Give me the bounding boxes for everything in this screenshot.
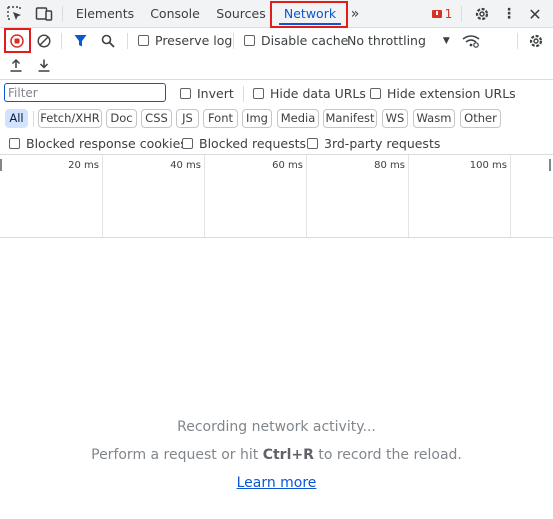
reload-hint-suffix: to record the reload.	[313, 447, 462, 463]
preserve-log-checkbox[interactable]: Preserve log	[138, 33, 232, 48]
search-icon[interactable]	[99, 32, 117, 50]
import-export-toolbar	[0, 53, 553, 80]
inspect-element-icon[interactable]	[6, 5, 24, 23]
network-settings-gear-icon[interactable]	[526, 31, 546, 51]
tab-elements[interactable]: Elements	[72, 0, 138, 27]
timeline-gridline	[510, 155, 511, 237]
blocked-response-cookies-checkbox[interactable]: Blocked response cookies	[9, 136, 187, 151]
hide-extension-urls-label: Hide extension URLs	[387, 86, 516, 101]
devtools-tab-bar: Elements Console Sources Network » 1 ⋮ ✕	[0, 0, 553, 28]
chip-separator	[33, 111, 34, 127]
hide-extension-urls-checkbox[interactable]: Hide extension URLs	[370, 86, 516, 101]
filter-separator	[243, 86, 244, 102]
network-toolbar: Preserve log Disable cache No throttling…	[0, 27, 553, 53]
throttling-value: No throttling	[347, 33, 426, 48]
type-chip-js[interactable]: JS	[176, 109, 199, 128]
disable-cache-label: Disable cache	[261, 33, 349, 48]
timeline-tick-label: 80 ms	[374, 160, 405, 171]
tab-console[interactable]: Console	[146, 0, 204, 27]
type-chip-other[interactable]: Other	[460, 109, 501, 128]
timeline-tick-label: 40 ms	[170, 160, 201, 171]
type-chip-fetch-xhr[interactable]: Fetch/XHR	[38, 109, 102, 128]
preserve-log-label: Preserve log	[155, 33, 233, 48]
type-chip-doc[interactable]: Doc	[106, 109, 137, 128]
type-chip-css[interactable]: CSS	[141, 109, 172, 128]
issues-count: 1	[444, 7, 453, 21]
type-chip-manifest[interactable]: Manifest	[323, 109, 377, 128]
shortcut-plus: +	[291, 447, 304, 463]
recording-status-text: Recording network activity...	[177, 419, 376, 435]
type-chip-wasm[interactable]: Wasm	[413, 109, 455, 128]
invert-checkbox[interactable]: Invert	[180, 86, 234, 101]
more-tabs-chevron-icon[interactable]: »	[346, 5, 364, 23]
type-chip-media[interactable]: Media	[277, 109, 319, 128]
throttling-select[interactable]: No throttling ▼	[347, 33, 450, 48]
checkbox-box[interactable]	[138, 35, 149, 46]
timeline-left-handle[interactable]	[0, 159, 2, 171]
hide-data-urls-checkbox[interactable]: Hide data URLs	[253, 86, 366, 101]
toolbar-separator	[127, 33, 128, 49]
timeline-gridline	[204, 155, 205, 237]
resource-type-filter: All Fetch/XHR Doc CSS JS Font Img Media …	[0, 107, 553, 131]
tab-separator	[62, 6, 63, 22]
reload-hint-text: Perform a request or hit Ctrl+R to recor…	[0, 447, 553, 463]
checkbox-box[interactable]	[307, 138, 318, 149]
learn-more-link[interactable]: Learn more	[237, 475, 317, 491]
checkbox-box[interactable]	[182, 138, 193, 149]
device-toolbar-icon[interactable]	[34, 5, 54, 23]
checkbox-box[interactable]	[370, 88, 381, 99]
close-devtools-icon[interactable]: ✕	[526, 4, 544, 24]
blocked-requests-checkbox[interactable]: Blocked requests	[182, 136, 306, 151]
hide-data-urls-label: Hide data URLs	[270, 86, 366, 101]
checkbox-box[interactable]	[180, 88, 191, 99]
stop-recording-icon[interactable]	[8, 32, 26, 50]
network-conditions-wifi-icon[interactable]	[460, 32, 482, 50]
blocked-response-cookies-label: Blocked response cookies	[26, 136, 187, 151]
timeline-tick-label: 60 ms	[272, 160, 303, 171]
filter-input[interactable]	[4, 83, 166, 102]
clear-log-icon[interactable]	[35, 32, 53, 50]
toolbar-separator	[233, 33, 234, 49]
network-tab-highlight-box	[270, 1, 348, 28]
blocking-filter-bar: Blocked response cookies Blocked request…	[0, 132, 553, 154]
issues-badge[interactable]: 1	[429, 6, 455, 22]
toolbar-separator	[517, 33, 518, 49]
disable-cache-checkbox[interactable]: Disable cache	[244, 33, 348, 48]
dropdown-arrow-icon: ▼	[442, 35, 450, 46]
type-chip-font[interactable]: Font	[203, 109, 238, 128]
more-options-kebab-icon[interactable]: ⋮	[502, 4, 516, 24]
checkbox-box[interactable]	[9, 138, 20, 149]
invert-label: Invert	[197, 86, 234, 101]
timeline-right-handle[interactable]	[549, 159, 551, 171]
filter-bar: Invert Hide data URLs Hide extension URL…	[0, 80, 553, 106]
timeline-gridline	[306, 155, 307, 237]
timeline-tick-label: 100 ms	[469, 160, 507, 171]
type-chip-img[interactable]: Img	[242, 109, 272, 128]
tab-separator	[461, 6, 462, 22]
third-party-requests-checkbox[interactable]: 3rd-party requests	[307, 136, 440, 151]
shortcut-ctrl-key: Ctrl	[262, 447, 292, 463]
learn-more-container: Learn more	[0, 475, 553, 491]
type-chip-all[interactable]: All	[5, 109, 28, 128]
checkbox-box[interactable]	[253, 88, 264, 99]
network-overview-timeline[interactable]: 20 ms 40 ms 60 ms 80 ms 100 ms	[0, 154, 553, 238]
tab-sources[interactable]: Sources	[212, 0, 270, 27]
export-har-download-icon[interactable]	[35, 56, 53, 74]
third-party-requests-label: 3rd-party requests	[324, 136, 441, 151]
toolbar-separator	[61, 33, 62, 49]
timeline-tick-label: 20 ms	[68, 160, 99, 171]
filter-funnel-icon[interactable]	[71, 32, 89, 50]
import-har-upload-icon[interactable]	[7, 56, 25, 74]
issues-icon	[431, 10, 442, 18]
timeline-gridline	[408, 155, 409, 237]
type-chip-ws[interactable]: WS	[382, 109, 408, 128]
reload-hint-prefix: Perform a request or hit	[91, 447, 263, 463]
settings-gear-icon[interactable]	[472, 4, 492, 24]
blocked-requests-label: Blocked requests	[199, 136, 306, 151]
shortcut-r-key: R	[303, 447, 314, 463]
checkbox-box[interactable]	[244, 35, 255, 46]
timeline-gridline	[102, 155, 103, 237]
